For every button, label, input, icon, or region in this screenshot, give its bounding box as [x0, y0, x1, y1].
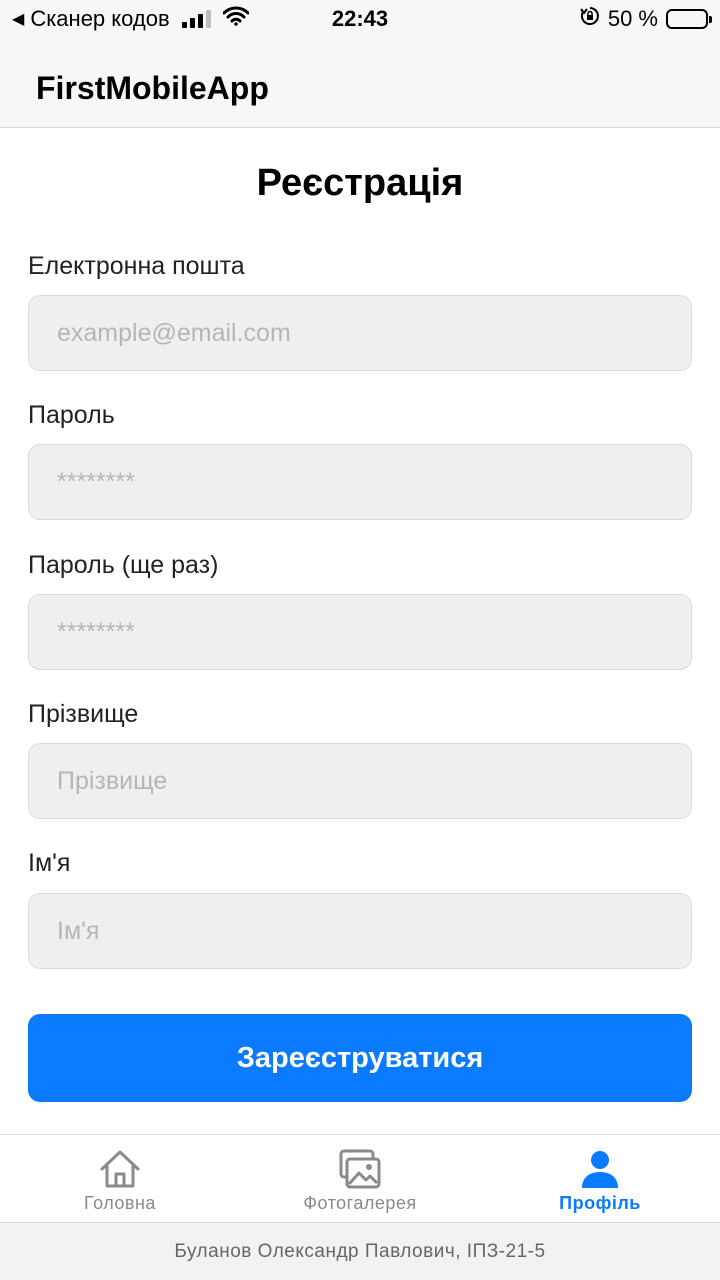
tab-home[interactable]: Головна [0, 1135, 240, 1223]
app-header: FirstMobileApp [0, 40, 720, 128]
tab-bar: Головна Фотогалерея Профіль [0, 1134, 720, 1222]
surname-field[interactable] [28, 743, 692, 819]
email-field[interactable] [28, 295, 692, 371]
password-confirm-label: Пароль (ще раз) [28, 551, 219, 579]
surname-label: Прізвище [28, 700, 139, 728]
tab-profile-label: Профіль [559, 1193, 641, 1213]
password-field[interactable] [28, 444, 692, 520]
battery-percent: 50 % [607, 6, 658, 31]
tab-profile[interactable]: Профіль [480, 1135, 720, 1223]
orientation-lock-icon [580, 6, 600, 32]
tab-gallery[interactable]: Фотогалерея [240, 1135, 480, 1223]
tab-gallery-label: Фотогалерея [303, 1193, 417, 1213]
footer: Буланов Олександр Павлович, ІПЗ-21-5 [0, 1222, 720, 1280]
page-title: Реєстрація [256, 162, 464, 204]
status-bar: ◀ Сканер кодов 22:43 50 % [0, 0, 720, 40]
battery-icon [666, 9, 712, 29]
home-icon [100, 1150, 140, 1188]
tab-home-label: Головна [84, 1193, 156, 1213]
password-confirm-field[interactable] [28, 594, 692, 670]
person-icon [582, 1151, 618, 1188]
email-label: Електронна пошта [28, 252, 245, 280]
register-button[interactable]: Зареєструватися [28, 1014, 692, 1102]
first-name-label: Ім'я [28, 849, 71, 877]
app-title: FirstMobileApp [36, 70, 269, 106]
author-credit: Буланов Олександр Павлович, ІПЗ-21-5 [174, 1241, 546, 1262]
password-label: Пароль [28, 401, 115, 429]
gallery-icon [339, 1149, 381, 1189]
first-name-field[interactable] [28, 893, 692, 969]
